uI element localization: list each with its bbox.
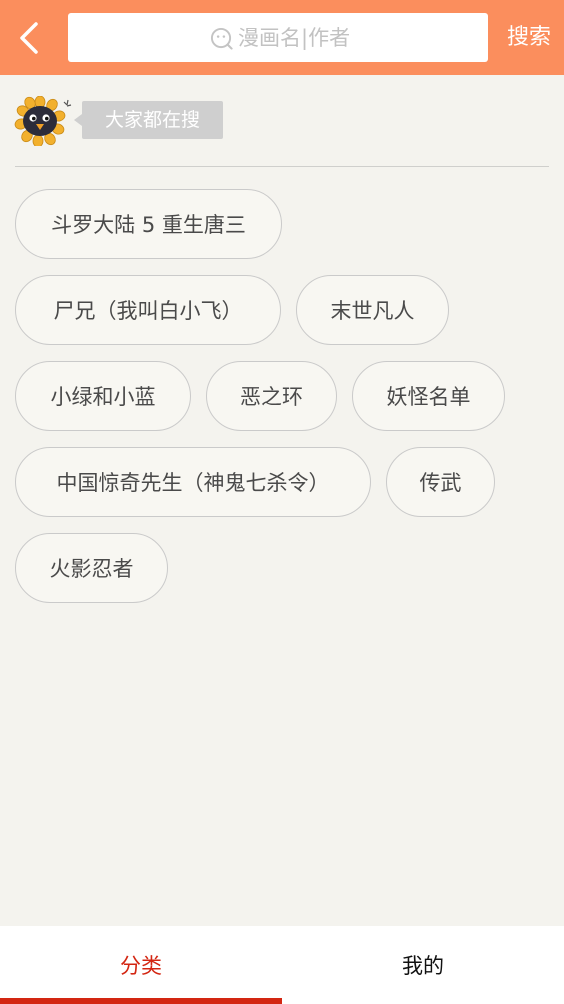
divider xyxy=(15,166,549,167)
hot-tag-ezhihuan[interactable]: 恶之环 xyxy=(206,361,337,431)
active-tab-indicator xyxy=(0,998,282,1004)
hot-tag-moshi[interactable]: 末世凡人 xyxy=(296,275,449,345)
top-bar: 搜索 xyxy=(0,0,564,75)
hot-tag-shixiong[interactable]: 尸兄（我叫白小飞） xyxy=(15,275,281,345)
sunflower-penguin-mascot xyxy=(14,96,72,146)
hot-tag-chuanwu[interactable]: 传武 xyxy=(386,447,495,517)
back-arrow-icon xyxy=(20,22,38,54)
hot-tag-yaoguai[interactable]: 妖怪名单 xyxy=(352,361,505,431)
hot-tag-huoying[interactable]: 火影忍者 xyxy=(15,533,168,603)
tab-mine-label: 我的 xyxy=(402,954,444,978)
back-button[interactable] xyxy=(6,14,52,62)
tab-category[interactable]: 分类 xyxy=(0,926,282,1004)
hot-tag-douluo[interactable]: 斗罗大陆 5 重生唐三 xyxy=(15,189,282,259)
hot-tag-xiaolv[interactable]: 小绿和小蓝 xyxy=(15,361,191,431)
tab-category-label: 分类 xyxy=(120,954,162,978)
search-box[interactable] xyxy=(68,13,488,62)
hot-tag-zhongguo[interactable]: 中国惊奇先生（神鬼七杀令） xyxy=(15,447,371,517)
hot-search-label: 大家都在搜 xyxy=(74,101,223,139)
bottom-nav: 分类 我的 xyxy=(0,926,564,1004)
search-button[interactable]: 搜索 xyxy=(498,18,560,58)
search-input[interactable] xyxy=(68,13,488,62)
tab-mine[interactable]: 我的 xyxy=(282,926,564,1004)
